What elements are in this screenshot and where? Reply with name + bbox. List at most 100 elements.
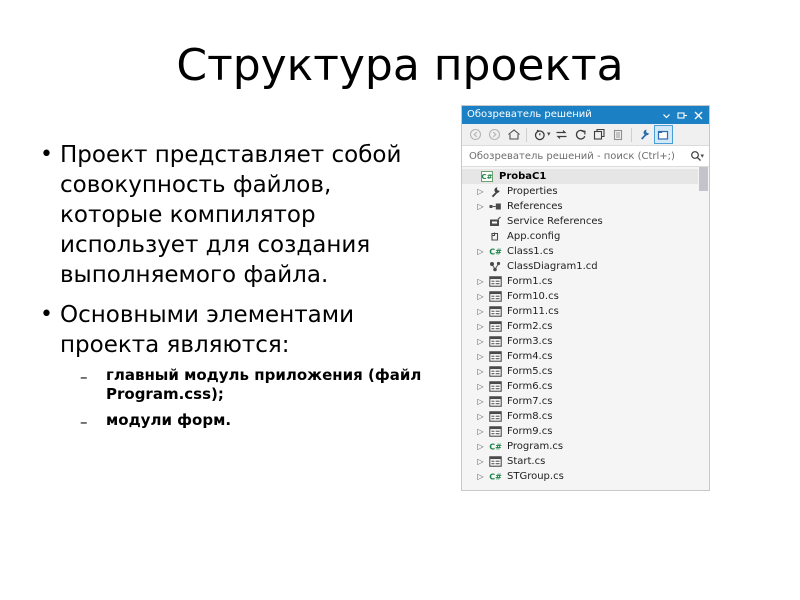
show-all-files-icon[interactable] — [609, 125, 628, 144]
bullet-text: Основными элементами проекта являются: — [60, 302, 355, 358]
windows-form-icon — [487, 411, 503, 422]
expand-arrow-icon[interactable]: ▷ — [474, 202, 487, 211]
tree-scrollbar-thumb[interactable] — [699, 167, 708, 191]
expand-arrow-icon[interactable]: ▷ — [474, 457, 487, 466]
tree-item-label: Program.cs — [507, 441, 564, 452]
tree-item-label: Properties — [507, 186, 558, 197]
toolbar-separator — [630, 127, 632, 142]
refresh-icon[interactable] — [571, 125, 590, 144]
chevron-down-icon[interactable]: ▾ — [547, 125, 551, 144]
expand-arrow-icon[interactable]: ▷ — [474, 397, 487, 406]
sub-bullet-marker: – — [80, 413, 88, 431]
expand-arrow-icon[interactable]: ▷ — [474, 442, 487, 451]
tree-item-label: Form1.cs — [507, 276, 553, 287]
tree-item-form3-cs[interactable]: ▷ Form3.cs — [462, 334, 709, 349]
chevron-down-icon[interactable] — [659, 111, 674, 120]
expand-arrow-icon[interactable]: ▷ — [474, 427, 487, 436]
expand-arrow-icon[interactable]: ▷ — [474, 472, 487, 481]
tree-item-label: ProbaC1 — [499, 171, 547, 182]
tree-item-form4-cs[interactable]: ▷ Form4.cs — [462, 349, 709, 364]
tree-item-label: Form7.cs — [507, 396, 553, 407]
close-icon[interactable] — [691, 111, 706, 120]
expand-arrow-icon[interactable]: ▷ — [474, 412, 487, 421]
windows-form-icon — [487, 426, 503, 437]
properties-wrench-icon[interactable] — [635, 125, 654, 144]
home-icon[interactable] — [504, 125, 523, 144]
sub-bullet-item: – главный модуль приложения (файл Progra… — [80, 366, 434, 404]
collapse-all-icon[interactable] — [590, 125, 609, 144]
search-input[interactable]: Обозреватель решений - поиск (Ctrl+;) — [469, 151, 690, 162]
tree-item-label: Form5.cs — [507, 366, 553, 377]
service-references-icon — [487, 216, 503, 227]
tree-item-label: Class1.cs — [507, 246, 554, 257]
expand-arrow-icon[interactable]: ▷ — [474, 322, 487, 331]
sub-bullet-item: – модули форм. — [80, 411, 434, 433]
tree-item-label: Service References — [507, 216, 603, 227]
back-icon[interactable] — [466, 125, 485, 144]
sub-bullet-marker: – — [80, 368, 88, 386]
tree-item-program-cs[interactable]: ▷ C# Program.cs — [462, 439, 709, 454]
tree-item-service-references[interactable]: ▷Service References — [462, 214, 709, 229]
tree-item-probac1[interactable]: ▷C#ProbaC1 — [462, 169, 709, 184]
windows-form-icon — [487, 306, 503, 317]
preview-selected-items-icon[interactable] — [653, 125, 673, 144]
tree-item-form5-cs[interactable]: ▷ Form5.cs — [462, 364, 709, 379]
tree-item-start-cs[interactable]: ▷ Start.cs — [462, 454, 709, 469]
svg-text:C#: C# — [489, 248, 502, 257]
tree-item-label: References — [507, 201, 563, 212]
expand-arrow-icon[interactable]: ▷ — [474, 292, 487, 301]
tree-item-label: ClassDiagram1.cd — [507, 261, 598, 272]
tree-item-form11-cs[interactable]: ▷ Form11.cs — [462, 304, 709, 319]
tree-item-form6-cs[interactable]: ▷ Form6.cs — [462, 379, 709, 394]
references-icon — [487, 202, 503, 211]
tree-item-form7-cs[interactable]: ▷ Form7.cs — [462, 394, 709, 409]
pin-icon[interactable] — [674, 111, 691, 120]
expand-arrow-icon[interactable]: ▷ — [474, 307, 487, 316]
sync-icon[interactable] — [552, 125, 571, 144]
tree-item-label: Start.cs — [507, 456, 546, 467]
page-title: Структура проекта — [176, 40, 624, 91]
expand-arrow-icon[interactable]: ▷ — [474, 247, 487, 256]
expand-arrow-icon[interactable]: ▷ — [474, 382, 487, 391]
wrench-icon — [487, 186, 503, 198]
tree-item-form2-cs[interactable]: ▷ Form2.cs — [462, 319, 709, 334]
bullet-item: • Основными элементами проекта являются: — [34, 300, 434, 360]
search-dropdown-caret-icon[interactable]: ▾ — [700, 147, 704, 166]
expand-arrow-icon[interactable]: ▷ — [474, 367, 487, 376]
csharp-file-icon: C# — [487, 471, 503, 482]
slide-body: • Проект представляет собой совокупность… — [34, 140, 434, 433]
bullet-marker: • — [40, 142, 53, 167]
windows-form-icon — [487, 321, 503, 332]
windows-form-icon — [487, 381, 503, 392]
windows-form-icon — [487, 366, 503, 377]
bullet-text: Проект представляет собой совокупность ф… — [60, 142, 402, 288]
expand-arrow-icon[interactable]: ▷ — [474, 352, 487, 361]
tree-item-properties[interactable]: ▷ Properties — [462, 184, 709, 199]
tree-item-form1-cs[interactable]: ▷ Form1.cs — [462, 274, 709, 289]
tree-item-label: App.config — [507, 231, 561, 242]
expand-arrow-icon[interactable]: ▷ — [474, 337, 487, 346]
solution-tree: ▷C#ProbaC1▷Properties▷References▷Service… — [462, 167, 709, 489]
expand-arrow-icon[interactable]: ▷ — [474, 277, 487, 286]
tree-item-form10-cs[interactable]: ▷ Form10.cs — [462, 289, 709, 304]
csharp-file-icon: C# — [487, 441, 503, 452]
search-bar[interactable]: Обозреватель решений - поиск (Ctrl+;) ▾ — [462, 146, 709, 167]
forward-icon[interactable] — [485, 125, 504, 144]
expand-arrow-icon[interactable]: ▷ — [474, 187, 487, 196]
tree-item-form9-cs[interactable]: ▷ Form9.cs — [462, 424, 709, 439]
svg-text:C#: C# — [489, 473, 502, 482]
tree-item-classdiagram1-cd[interactable]: ▷ClassDiagram1.cd — [462, 259, 709, 274]
tree-item-label: Form8.cs — [507, 411, 553, 422]
tree-item-form8-cs[interactable]: ▷ Form8.cs — [462, 409, 709, 424]
svg-text:C#: C# — [489, 443, 502, 452]
solution-explorer-panel: Обозреватель решений ▾ Обозреватель реше… — [461, 105, 710, 491]
tree-scrollbar[interactable] — [698, 167, 709, 489]
tree-item-stgroup-cs[interactable]: ▷ C# STGroup.cs — [462, 469, 709, 484]
windows-form-icon — [487, 396, 503, 407]
tree-item-references[interactable]: ▷ References — [462, 199, 709, 214]
tree-item-app-config[interactable]: ▷App.config — [462, 229, 709, 244]
solution-explorer-toolbar: ▾ — [462, 124, 709, 146]
solution-explorer-titlebar: Обозреватель решений — [462, 106, 709, 124]
tree-item-class1-cs[interactable]: ▷ C# Class1.cs — [462, 244, 709, 259]
tree-item-label: STGroup.cs — [507, 471, 564, 482]
